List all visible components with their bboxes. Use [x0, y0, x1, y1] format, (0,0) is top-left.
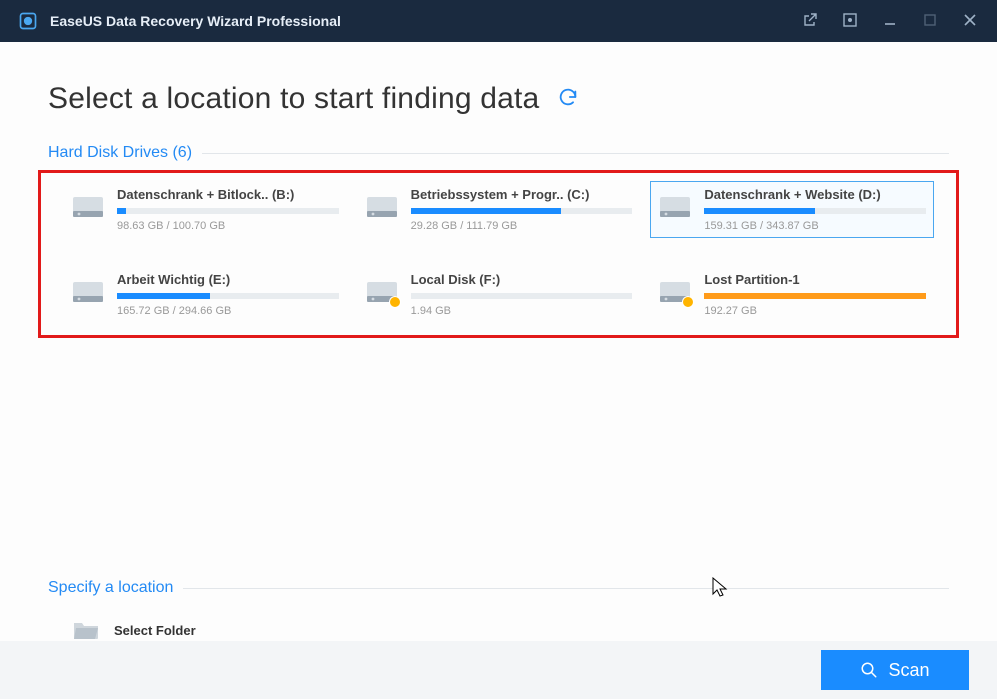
divider — [183, 588, 949, 589]
drive-size: 98.63 GB / 100.70 GB — [117, 220, 339, 232]
drive-name: Lost Partition-1 — [704, 272, 926, 287]
drive-info: Datenschrank + Website (D:) 159.31 GB / … — [704, 187, 926, 232]
select-folder-row[interactable]: Select Folder — [48, 619, 949, 641]
app-logo-icon — [18, 11, 38, 31]
content-area: Select a location to start finding data … — [0, 42, 997, 699]
usage-bar — [704, 293, 926, 299]
refresh-icon[interactable] — [557, 86, 579, 113]
usage-bar — [704, 208, 926, 214]
minimize-button[interactable] — [881, 13, 899, 30]
drive-size: 192.27 GB — [704, 305, 926, 317]
drive-name: Arbeit Wichtig (E:) — [117, 272, 339, 287]
drive-info: Lost Partition-1 192.27 GB — [704, 272, 926, 317]
drive-name: Local Disk (F:) — [411, 272, 633, 287]
drives-grid: Datenschrank + Bitlock.. (B:) 98.63 GB /… — [41, 181, 956, 323]
search-icon — [860, 661, 878, 679]
specify-section-label: Specify a location — [48, 579, 173, 597]
scan-button-label: Scan — [888, 660, 929, 681]
drive-info: Datenschrank + Bitlock.. (B:) 98.63 GB /… — [117, 187, 339, 232]
drive-name: Datenschrank + Website (D:) — [704, 187, 926, 202]
page-title-row: Select a location to start finding data — [0, 42, 997, 144]
drive-item[interactable]: Local Disk (F:) 1.94 GB — [357, 266, 641, 323]
scan-button[interactable]: Scan — [821, 650, 969, 690]
folder-open-icon — [72, 619, 100, 641]
usage-bar — [117, 208, 339, 214]
drive-item[interactable]: Datenschrank + Bitlock.. (B:) 98.63 GB /… — [63, 181, 347, 238]
drive-info: Arbeit Wichtig (E:) 165.72 GB / 294.66 G… — [117, 272, 339, 317]
hotkey-icon[interactable] — [841, 13, 859, 30]
drive-item[interactable]: Datenschrank + Website (D:) 159.31 GB / … — [650, 181, 934, 238]
drive-name: Betriebssystem + Progr.. (C:) — [411, 187, 633, 202]
drive-size: 1.94 GB — [411, 305, 633, 317]
drives-highlight-box: Datenschrank + Bitlock.. (B:) 98.63 GB /… — [38, 170, 959, 338]
maximize-button[interactable] — [921, 13, 939, 29]
app-title: EaseUS Data Recovery Wizard Professional — [50, 13, 341, 29]
usage-bar — [117, 293, 339, 299]
hard-drive-icon — [365, 191, 399, 221]
usage-bar — [411, 293, 633, 299]
title-bar: EaseUS Data Recovery Wizard Professional — [0, 0, 997, 42]
drive-item[interactable]: Betriebssystem + Progr.. (C:) 29.28 GB /… — [357, 181, 641, 238]
drive-name: Datenschrank + Bitlock.. (B:) — [117, 187, 339, 202]
page-title: Select a location to start finding data — [48, 82, 539, 116]
drive-info: Betriebssystem + Progr.. (C:) 29.28 GB /… — [411, 187, 633, 232]
drives-section-label: Hard Disk Drives (6) — [48, 144, 192, 162]
hard-drive-icon — [658, 191, 692, 221]
divider — [202, 153, 949, 154]
drives-section-header: Hard Disk Drives (6) — [0, 144, 997, 162]
usage-bar — [411, 208, 633, 214]
drive-size: 159.31 GB / 343.87 GB — [704, 220, 926, 232]
drive-size: 29.28 GB / 111.79 GB — [411, 220, 633, 232]
hard-drive-icon — [71, 191, 105, 221]
select-folder-label: Select Folder — [114, 623, 196, 638]
drive-item[interactable]: Lost Partition-1 192.27 GB — [650, 266, 934, 323]
hard-drive-icon — [658, 276, 692, 306]
bottom-bar: Scan — [0, 641, 997, 699]
specify-location-section: Specify a location Select Folder — [0, 579, 997, 641]
specify-section-header: Specify a location — [48, 579, 949, 597]
window-controls — [801, 12, 979, 31]
drive-item[interactable]: Arbeit Wichtig (E:) 165.72 GB / 294.66 G… — [63, 266, 347, 323]
drive-info: Local Disk (F:) 1.94 GB — [411, 272, 633, 317]
close-button[interactable] — [961, 13, 979, 30]
hard-drive-icon — [71, 276, 105, 306]
drive-size: 165.72 GB / 294.66 GB — [117, 305, 339, 317]
feedback-icon[interactable] — [801, 12, 819, 31]
hard-drive-icon — [365, 276, 399, 306]
